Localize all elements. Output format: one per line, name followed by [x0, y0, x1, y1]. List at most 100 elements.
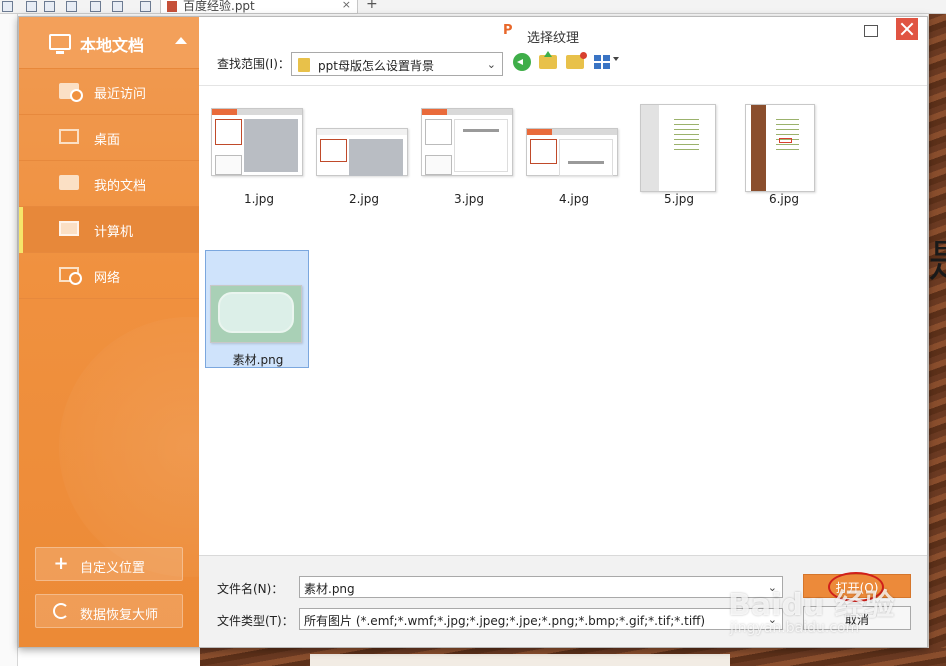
look-in-label: 查找范围(I)： — [217, 57, 290, 71]
file-thumbnail — [210, 285, 302, 343]
thumb-detail — [317, 129, 407, 135]
file-name-label: 文件名(N)： — [217, 582, 284, 596]
file-list: 1.jpg 2.jpg 3.jpg 4.jpg 5.jpg 6.jpg 素材.p… — [199, 85, 927, 555]
thumb-detail — [454, 119, 509, 172]
look-in-value: ppt母版怎么设置背景 — [318, 59, 434, 73]
sidebar-item-label: 最近访问 — [94, 87, 147, 102]
maximize-icon[interactable] — [864, 25, 878, 37]
sidebar-item-network[interactable]: 网络 — [19, 253, 199, 299]
slide-content-strip — [310, 654, 730, 666]
view-menu-chevron-icon[interactable] — [613, 57, 619, 61]
file-name-value: 素材.png — [304, 582, 355, 596]
thumb-detail — [215, 119, 242, 146]
file-item-4[interactable]: 4.jpg — [522, 104, 626, 222]
network-icon — [59, 267, 82, 285]
file-name-input[interactable]: 素材.png ⌄ — [299, 576, 783, 598]
computer-icon — [59, 221, 79, 236]
select-texture-dialog: 本地文档 最近访问 桌面 我的文档 计算机 网络 + 自定义位置 数据恢复大师 … — [18, 16, 928, 648]
file-name: 6.jpg — [768, 192, 800, 206]
thumb-detail — [559, 139, 614, 176]
cancel-button-label: 取消 — [844, 613, 869, 627]
close-icon[interactable] — [896, 18, 918, 40]
thumb-detail — [320, 139, 347, 162]
slide-page-edge — [928, 14, 946, 666]
document-tab-title: 百度经验.ppt — [183, 0, 255, 13]
sidebar-item-recent[interactable]: 最近访问 — [19, 69, 199, 115]
folder-icon — [298, 58, 310, 72]
sidebar-item-label: 我的文档 — [94, 179, 147, 194]
file-name: 2.jpg — [348, 192, 380, 206]
dialog-title-bar: P 选择纹理 — [199, 17, 927, 47]
thumb-detail — [751, 105, 767, 191]
up-folder-icon[interactable] — [539, 51, 557, 69]
data-recovery-button[interactable]: 数据恢复大师 — [35, 594, 183, 628]
look-in-dropdown[interactable]: ppt母版怎么设置背景 ⌄ — [291, 52, 503, 76]
wps-logo-icon: P — [503, 23, 513, 38]
thumb-detail — [244, 119, 299, 172]
app-tab-bar: 百度经验.ppt × + — [0, 0, 946, 14]
file-type-select[interactable]: 所有图片 (*.emf;*.wmf;*.jpg;*.jpeg;*.jpe;*.p… — [299, 608, 783, 630]
tab-close-icon[interactable]: × — [342, 0, 351, 11]
file-item-material[interactable]: 素材.png — [205, 250, 309, 368]
local-docs-icon — [49, 34, 71, 54]
sidebar-item-label: 网络 — [94, 271, 121, 286]
open-button[interactable]: 打开(O) — [803, 572, 911, 602]
file-item-5[interactable]: 5.jpg — [627, 104, 731, 222]
ppt-file-icon — [167, 1, 177, 12]
file-item-3[interactable]: 3.jpg — [417, 104, 521, 222]
thumb-detail — [530, 139, 557, 165]
file-thumbnail — [316, 128, 408, 176]
thumb-detail — [527, 129, 553, 135]
sidebar-header[interactable]: 本地文档 — [19, 17, 199, 69]
file-thumbnail — [211, 108, 303, 176]
thumb-detail — [215, 155, 242, 175]
preview-icon[interactable] — [66, 1, 77, 12]
data-recovery-label: 数据恢复大师 — [80, 608, 159, 623]
file-name: 1.jpg — [243, 192, 275, 206]
sidebar-item-my-documents[interactable]: 我的文档 — [19, 161, 199, 207]
edit-icon[interactable] — [26, 1, 37, 12]
more-icon[interactable] — [140, 1, 151, 12]
file-item-2[interactable]: 2.jpg — [312, 104, 416, 222]
file-type-value: 所有图片 (*.emf;*.wmf;*.jpg;*.jpeg;*.jpe;*.p… — [304, 614, 706, 628]
chevron-down-icon: ⌄ — [767, 613, 777, 626]
view-mode-icon[interactable] — [594, 55, 610, 69]
recent-folder-icon — [59, 83, 83, 102]
file-item-1[interactable]: 1.jpg — [207, 104, 311, 222]
file-thumbnail — [745, 104, 815, 192]
chevron-down-icon[interactable]: ⌄ — [768, 581, 777, 594]
thumb-detail — [425, 119, 452, 146]
thumb-detail — [349, 139, 404, 176]
recovery-icon — [53, 603, 69, 619]
undo-icon[interactable] — [90, 1, 101, 12]
sidebar-item-label: 桌面 — [94, 133, 121, 148]
file-thumbnail — [526, 128, 618, 176]
document-tab[interactable]: 百度经验.ppt × — [160, 0, 358, 14]
thumb-detail — [673, 115, 699, 150]
back-icon[interactable] — [513, 53, 531, 71]
file-name: 素材.png — [232, 353, 284, 367]
thumb-detail — [425, 155, 452, 175]
file-thumbnail — [421, 108, 513, 176]
file-name: 3.jpg — [453, 192, 485, 206]
thumb-detail — [212, 109, 238, 115]
new-doc-icon[interactable] — [2, 1, 13, 12]
file-item-6[interactable]: 6.jpg — [732, 104, 836, 222]
thumb-detail — [218, 291, 294, 334]
collapse-up-icon[interactable] — [175, 37, 187, 44]
thumb-detail — [462, 128, 499, 132]
sidebar-item-computer[interactable]: 计算机 — [19, 207, 199, 253]
custom-location-button[interactable]: + 自定义位置 — [35, 547, 183, 581]
file-thumbnail — [640, 104, 716, 192]
new-folder-icon[interactable] — [566, 52, 587, 69]
new-tab-icon[interactable]: + — [366, 0, 378, 12]
print-icon[interactable] — [44, 1, 55, 12]
sidebar-item-label: 计算机 — [94, 225, 134, 240]
file-name: 4.jpg — [558, 192, 590, 206]
sidebar-item-desktop[interactable]: 桌面 — [19, 115, 199, 161]
redo-icon[interactable] — [112, 1, 123, 12]
slide-thumbnail-pane — [0, 14, 18, 666]
location-sidebar: 本地文档 最近访问 桌面 我的文档 计算机 网络 + 自定义位置 数据恢复大师 — [19, 17, 199, 647]
highlight-circle — [828, 572, 884, 602]
cancel-button[interactable]: 取消 — [803, 606, 911, 630]
